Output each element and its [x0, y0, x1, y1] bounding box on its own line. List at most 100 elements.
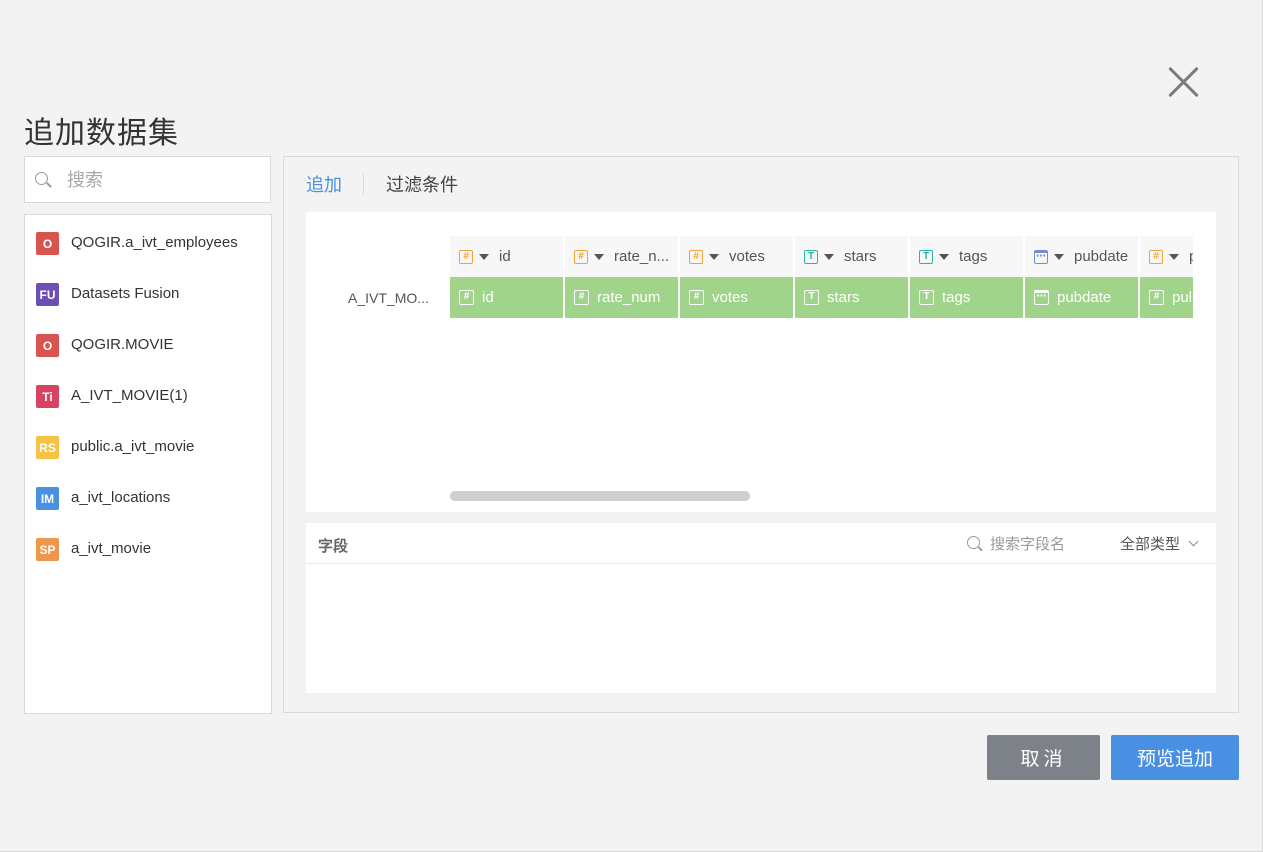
column-header[interactable]: Tstars [795, 236, 908, 277]
number-type-icon: # [1149, 249, 1163, 264]
search-icon [967, 536, 980, 549]
column-header[interactable]: # rate_n... [565, 236, 678, 277]
dataset-item[interactable]: O QOGIR.MOVIE [25, 332, 271, 383]
column-header-label: id [499, 248, 511, 265]
dropdown-caret-icon[interactable] [1169, 253, 1179, 260]
dataset-item[interactable]: Ti A_IVT_MOVIE(1) [25, 383, 271, 434]
datasource-type-icon: RS [36, 436, 59, 459]
dataset-item-label: QOGIR.MOVIE [71, 336, 174, 353]
text-type-icon: T [919, 290, 934, 305]
mapped-field-label: id [482, 289, 494, 306]
column-header-label: stars [844, 248, 877, 265]
datasource-type-icon: SP [36, 538, 59, 561]
mapped-field-label: stars [827, 289, 860, 306]
close-icon[interactable] [1166, 64, 1202, 100]
tab-filter-conditions[interactable]: 过滤条件 [386, 171, 458, 197]
dialog-title: 追加数据集 [24, 116, 179, 151]
datasource-type-icon: O [36, 232, 59, 255]
fields-header: 字段 全部类型 [306, 523, 1216, 564]
dataset-list: O QOGIR.a_ivt_employees FU Datasets Fusion O… [24, 214, 272, 714]
mapping-column: # id # id [450, 236, 563, 318]
dropdown-caret-icon[interactable] [594, 253, 604, 260]
mapped-field-label: tags [942, 289, 971, 306]
mapped-field-cell[interactable]: # id [450, 277, 563, 318]
type-filter-label: 全部类型 [1120, 535, 1181, 553]
chevron-down-icon [1188, 536, 1199, 547]
mapped-field-label: votes [712, 289, 748, 306]
column-header-label: pubdate [1074, 248, 1129, 265]
dropdown-caret-icon[interactable] [479, 253, 489, 260]
text-type-icon: T [919, 249, 933, 264]
number-type-icon: # [574, 290, 589, 305]
field-search [966, 533, 1100, 555]
text-type-icon: T [804, 249, 818, 264]
column-header[interactable]: # id [450, 236, 563, 277]
datasource-type-icon: FU [36, 283, 59, 306]
dataset-item[interactable]: IM a_ivt_locations [25, 485, 271, 536]
mapped-field-cell[interactable]: # votes [680, 277, 793, 318]
mapped-field-cell[interactable]: Tstars [795, 277, 908, 318]
number-type-icon: # [1149, 290, 1164, 305]
mapping-column: ⋯ pubdate ⋯ pubdate [1025, 236, 1138, 318]
mapping-columns: # id # id # rate_n... # rate_num # votes # votes Tst… [450, 236, 1193, 318]
number-type-icon: # [574, 249, 588, 264]
dataset-item-label: QOGIR.a_ivt_employees [71, 234, 238, 251]
horizontal-scrollbar[interactable] [450, 491, 750, 501]
column-header[interactable]: #p [1140, 236, 1193, 277]
number-type-icon: # [459, 249, 473, 264]
mapped-field-cell[interactable]: # pul [1140, 277, 1193, 318]
column-header-label: rate_n... [614, 248, 670, 265]
append-panel: 追加 过滤条件 A_IVT_MO... # id # id # rate_n... # rat… [283, 156, 1239, 713]
dropdown-caret-icon[interactable] [824, 253, 834, 260]
column-header[interactable]: ⋯ pubdate [1025, 236, 1138, 277]
tab-divider [363, 173, 364, 195]
column-header-label: tags [959, 248, 988, 265]
dataset-item-label: public.a_ivt_movie [71, 438, 195, 455]
date-type-icon: ⋯ [1034, 290, 1049, 305]
dropdown-caret-icon[interactable] [1054, 253, 1064, 260]
fields-panel: 字段 全部类型 [306, 523, 1216, 693]
dataset-item[interactable]: O QOGIR.a_ivt_employees [25, 230, 271, 281]
dataset-item[interactable]: FU Datasets Fusion [25, 281, 271, 332]
panel-tabs: 追加 过滤条件 [306, 171, 458, 197]
mapped-field-label: pul [1172, 289, 1193, 306]
dataset-row-label: A_IVT_MO... [348, 290, 429, 306]
type-filter-dropdown[interactable]: 全部类型 [1120, 533, 1199, 554]
datasource-type-icon: O [36, 334, 59, 357]
mapped-field-label: pubdate [1057, 289, 1112, 306]
column-header[interactable]: # votes [680, 236, 793, 277]
preview-append-button[interactable]: 预览追加 [1111, 735, 1239, 780]
mapped-field-label: rate_num [597, 289, 661, 306]
column-header-label: p [1189, 248, 1193, 265]
dropdown-caret-icon[interactable] [709, 253, 719, 260]
mapping-column: Ttags Ttags [910, 236, 1023, 318]
dataset-search-box [24, 156, 271, 203]
append-dataset-dialog: 追加数据集 O QOGIR.a_ivt_employees FU Datasets F… [0, 0, 1263, 852]
datasource-type-icon: Ti [36, 385, 59, 408]
tab-append[interactable]: 追加 [306, 171, 342, 197]
dataset-item[interactable]: SP a_ivt_movie [25, 536, 271, 587]
field-search-input[interactable] [990, 533, 1100, 555]
dropdown-caret-icon[interactable] [939, 253, 949, 260]
mapped-field-cell[interactable]: ⋯ pubdate [1025, 277, 1138, 318]
dataset-item-label: Datasets Fusion [71, 285, 180, 302]
dataset-item[interactable]: RS public.a_ivt_movie [25, 434, 271, 485]
fields-title: 字段 [318, 537, 349, 555]
datasource-type-icon: IM [36, 487, 59, 510]
number-type-icon: # [689, 249, 703, 264]
column-header-label: votes [729, 248, 765, 265]
number-type-icon: # [689, 290, 704, 305]
cancel-button[interactable]: 取消 [987, 735, 1100, 780]
dataset-search-input[interactable] [67, 167, 257, 193]
mapping-column: #p#pul [1140, 236, 1193, 318]
mapped-field-cell[interactable]: # rate_num [565, 277, 678, 318]
text-type-icon: T [804, 290, 819, 305]
mapping-column: # rate_n... # rate_num [565, 236, 678, 318]
dataset-item-label: A_IVT_MOVIE(1) [71, 387, 188, 404]
date-type-icon: ⋯ [1034, 249, 1048, 264]
mapping-column: # votes # votes [680, 236, 793, 318]
column-mapping-area: A_IVT_MO... # id # id # rate_n... # rate_num # vo… [306, 212, 1216, 512]
column-header[interactable]: Ttags [910, 236, 1023, 277]
mapping-column: Tstars Tstars [795, 236, 908, 318]
mapped-field-cell[interactable]: Ttags [910, 277, 1023, 318]
